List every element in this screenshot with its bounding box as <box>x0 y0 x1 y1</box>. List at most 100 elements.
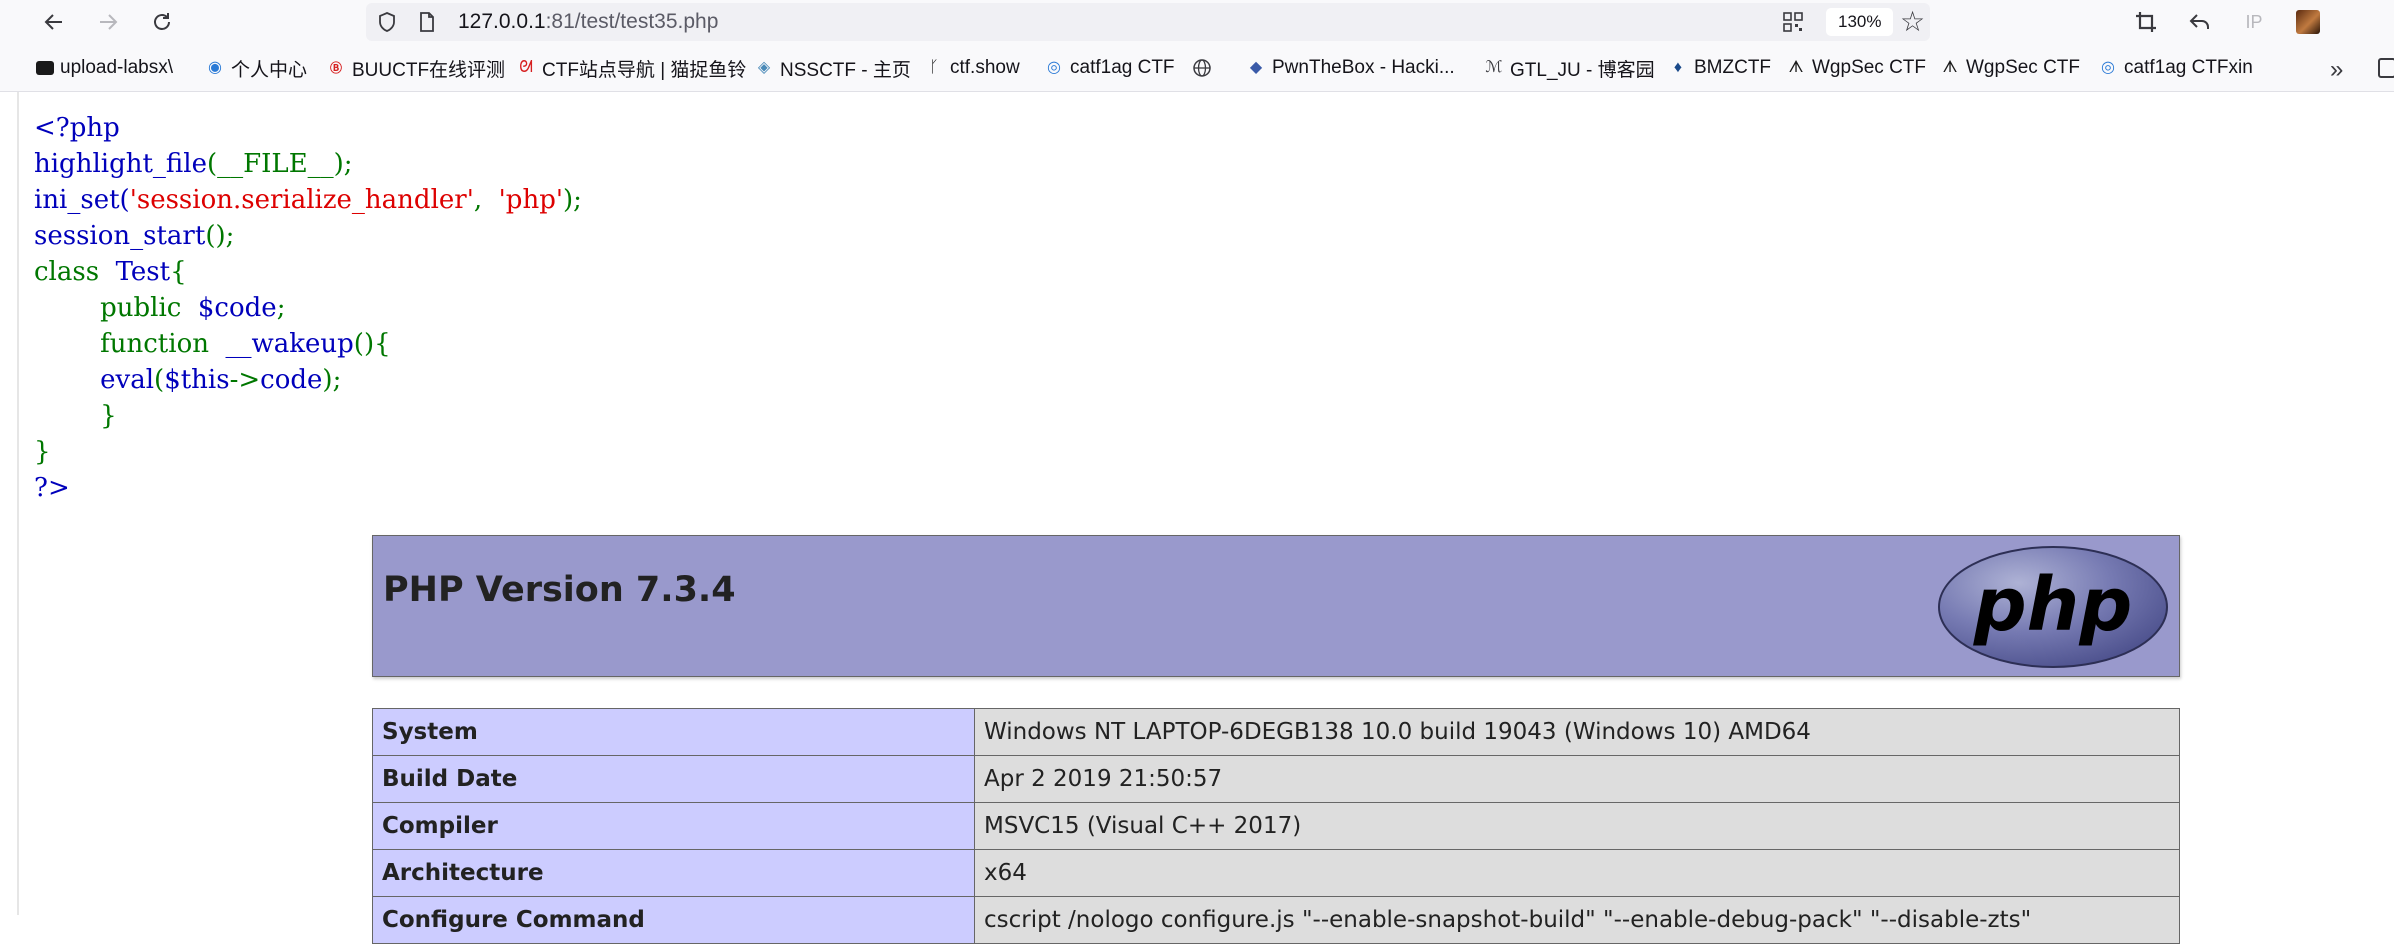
row-key: Architecture <box>372 849 975 897</box>
reload-button[interactable] <box>144 4 180 40</box>
row-value: x64 <box>974 849 2180 897</box>
bookmark-item[interactable]: ♦ BMZCTF <box>1668 44 1771 92</box>
chevron-double-right-icon[interactable]: » <box>2330 56 2343 84</box>
bookmark-item[interactable]: ᘛ CTF站点导航 | 猫捉鱼铃 <box>516 44 746 92</box>
php-version-title: PHP Version 7.3.4 <box>383 570 736 610</box>
globe-icon <box>1193 59 1211 77</box>
php-logo[interactable]: php <box>1935 544 2171 670</box>
bookmark-item[interactable]: ◈ NSSCTF - 主页 <box>754 44 911 92</box>
bookmarks-bar: upload-labsx\ ◉ 个人中心 Ⓑ BUUCTF在线评测 ᘛ CTF站… <box>0 44 2394 92</box>
cnblogs-icon: ℳ <box>1485 59 1503 76</box>
arrow-right-icon <box>100 14 118 30</box>
table-row: Architecture x64 <box>372 849 2180 897</box>
bookmark-item[interactable]: ᗑ WgpSec CTF <box>1786 44 1926 92</box>
bookmark-label: CTF站点导航 | 猫捉鱼铃 <box>542 59 747 81</box>
code-line: <?php <box>34 113 120 143</box>
table-row: Build Date Apr 2 2019 21:50:57 <box>372 755 2180 803</box>
bookmark-label: WgpSec CTF <box>1812 57 1927 78</box>
buu-icon: Ⓑ <box>329 61 342 75</box>
bookmark-label: BUUCTF在线评测 <box>352 59 506 81</box>
table-row: System Windows NT LAPTOP-6DEGB138 10.0 b… <box>372 708 2180 756</box>
phpinfo-header: PHP Version 7.3.4 php <box>372 535 2180 677</box>
sidebar-toggle-icon[interactable] <box>2378 58 2394 78</box>
eye-icon: ◎ <box>1047 59 1061 76</box>
table-row: Compiler MSVC15 (Visual C++ 2017) <box>372 802 2180 850</box>
row-key: Configure Command <box>372 896 975 944</box>
swirl-icon: ◉ <box>208 59 222 76</box>
code-line: } <box>34 437 51 467</box>
row-value: MSVC15 (Visual C++ 2017) <box>974 802 2180 850</box>
forward-button[interactable] <box>90 4 126 40</box>
code-line: public $code; <box>100 293 286 323</box>
zoom-level-button[interactable]: 130% <box>1826 8 1894 36</box>
row-value: Apr 2 2019 21:50:57 <box>974 755 2180 803</box>
code-line: } <box>100 401 117 431</box>
undo-arrow-icon <box>2189 14 2209 29</box>
bookmark-item[interactable]: ◆ PwnTheBox - Hacki... <box>1246 44 1455 92</box>
bookmark-label: upload-labsx\ <box>60 57 174 78</box>
bookmark-label: WgpSec CTF <box>1966 57 2081 78</box>
bookmark-label: catf1ag CTFxin <box>2124 57 2253 78</box>
bookmark-label: catf1ag CTF <box>1070 57 1175 78</box>
shield-icon[interactable] <box>376 11 398 33</box>
table-row: Configure Command cscript /nologo config… <box>372 896 2180 944</box>
url-text[interactable]: 127.0.0.1:81/test/test35.php <box>458 10 718 34</box>
phpinfo-table: System Windows NT LAPTOP-6DEGB138 10.0 b… <box>372 708 2180 944</box>
bookmark-item[interactable]: ℳ GTL_JU - 博客园 <box>1484 44 1655 92</box>
qr-code-icon[interactable] <box>1782 11 1804 33</box>
code-line: highlight_file(__FILE__); <box>34 149 353 179</box>
php-source-code: <?php highlight_file(__FILE__); ini_set(… <box>34 110 582 506</box>
bookmark-label: GTL_JU - 博客园 <box>1510 59 1655 81</box>
bookmark-item[interactable]: ◎ catf1ag CTF <box>1044 44 1175 92</box>
row-value: cscript /nologo configure.js "--enable-s… <box>974 896 2180 944</box>
screenshot-crop-button[interactable] <box>2130 6 2162 38</box>
ip-extension-button[interactable]: IP <box>2238 6 2270 38</box>
page-icon[interactable] <box>416 11 438 33</box>
crop-icon <box>2136 12 2156 32</box>
row-key: Build Date <box>372 755 975 803</box>
wolf-icon: ᗑ <box>1942 59 1958 76</box>
bookmark-label: 个人中心 <box>231 59 308 81</box>
bookmark-item[interactable]: ᗑ WgpSec CTF <box>1940 44 2080 92</box>
bookmark-item[interactable]: ᚴ ctf.show <box>924 44 1020 92</box>
code-line: ?> <box>34 473 70 503</box>
url-path: :81/test/test35.php <box>545 10 719 33</box>
code-line: class Test{ <box>34 257 187 287</box>
drop-icon: ♦ <box>1673 59 1683 76</box>
box-icon: ◆ <box>1249 59 1263 76</box>
cat-icon: ᘛ <box>519 59 533 76</box>
bookmark-item[interactable] <box>1192 44 1218 92</box>
bookmark-item[interactable]: ◉ 个人中心 <box>205 44 307 92</box>
runner-icon: ᚴ <box>929 59 939 76</box>
bookmark-item[interactable]: upload-labsx\ <box>36 44 173 92</box>
bookmark-item[interactable]: ◎ catf1ag CTFxin <box>2098 44 2253 92</box>
row-value: Windows NT LAPTOP-6DEGB138 10.0 build 19… <box>974 708 2180 756</box>
reload-icon <box>154 13 170 30</box>
wolf-icon: ᗑ <box>1788 59 1804 76</box>
ip-label: IP <box>2245 11 2263 32</box>
php-logo-text: php <box>1973 562 2133 648</box>
bookmark-star-icon[interactable]: ☆ <box>1900 7 1925 37</box>
code-line: eval($this->code); <box>100 365 342 395</box>
bookmark-label: PwnTheBox - Hacki... <box>1272 57 1455 78</box>
arrow-left-icon <box>44 14 62 30</box>
url-host: 127.0.0.1 <box>458 10 546 33</box>
page-left-border <box>17 92 19 915</box>
bookmark-label: NSSCTF - 主页 <box>780 59 911 81</box>
profile-avatar[interactable] <box>2296 10 2320 34</box>
address-bar[interactable]: 127.0.0.1:81/test/test35.php 130% ☆ <box>366 3 1930 41</box>
browser-toolbar: 127.0.0.1:81/test/test35.php 130% ☆ IP <box>0 0 2394 44</box>
bookmark-item[interactable]: Ⓑ BUUCTF在线评测 <box>326 44 505 92</box>
row-key: Compiler <box>372 802 975 850</box>
row-key: System <box>372 708 975 756</box>
folder-icon <box>36 61 54 75</box>
code-line: ini_set('session.serialize_handler', 'ph… <box>34 185 582 215</box>
undo-button[interactable] <box>2184 6 2216 38</box>
code-line: session_start(); <box>34 221 235 251</box>
nss-icon: ◈ <box>757 59 771 76</box>
code-line: function __wakeup(){ <box>100 329 391 359</box>
bookmark-label: ctf.show <box>950 57 1020 78</box>
bookmark-label: BMZCTF <box>1694 57 1772 78</box>
back-button[interactable] <box>36 4 72 40</box>
eye-icon: ◎ <box>2101 59 2115 76</box>
